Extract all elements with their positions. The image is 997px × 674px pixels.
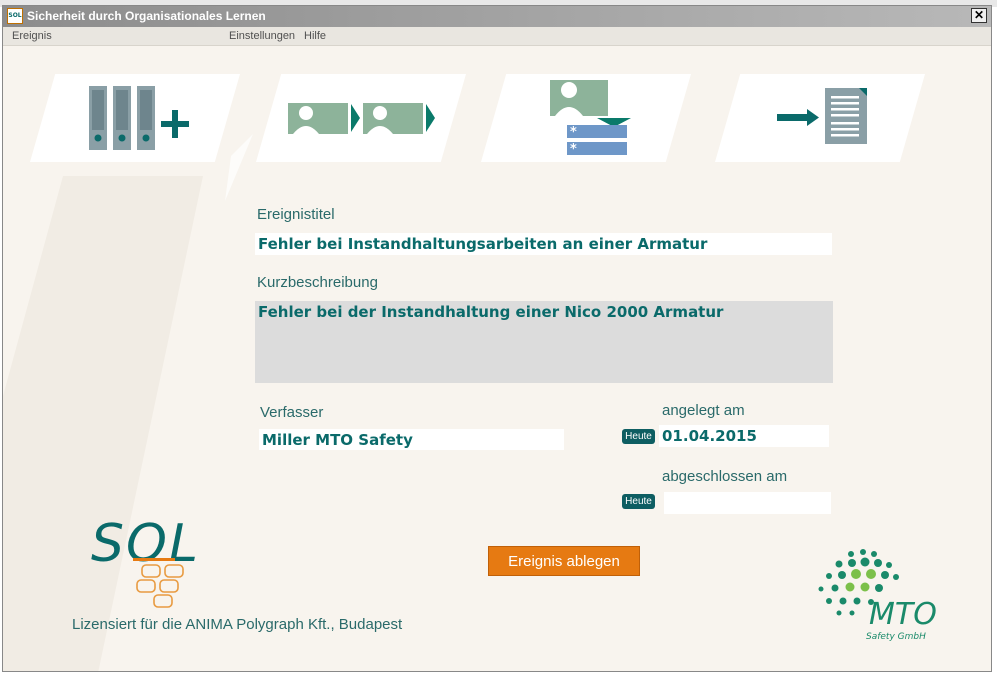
author-label: Verfasser [260,404,324,421]
step-record-event[interactable] [30,74,240,162]
mto-logo: MTO Safety GmbH [818,549,937,642]
person-list-icon: * * [550,80,631,157]
mto-logo-text: MTO [869,597,937,632]
svg-text:*: * [570,142,577,157]
svg-text:*: * [570,125,577,140]
submit-event-button[interactable]: Ereignis ablegen [488,546,640,576]
author-field[interactable]: Miller MTO Safety [259,429,564,450]
today-button-created[interactable]: Heute [622,429,655,444]
mto-logo-subtext: Safety GmbH [866,632,926,642]
title-label: Ereignistitel [257,206,335,223]
binders-add-icon [89,86,189,150]
workflow-steps: * * [3,46,991,186]
step-report[interactable] [715,74,925,162]
step-analysis[interactable]: * * [481,74,691,162]
created-date-field[interactable]: 01.04.2015 [659,425,829,447]
title-field[interactable]: Fehler bei Instandhaltungsarbeiten an ei… [255,233,832,255]
persons-arrow-icon [288,103,435,134]
description-field[interactable]: Fehler bei der Instandhaltung einer Nico… [255,301,833,383]
created-label: angelegt am [662,402,745,419]
today-button-closed[interactable]: Heute [622,494,655,509]
closed-date-field[interactable] [664,492,831,514]
main-window: SOL Sicherheit durch Organisationales Le… [2,5,992,672]
sol-logo: SOL [91,514,198,608]
license-text: Lizensiert für die ANIMA Polygraph Kft.,… [72,616,403,633]
closed-label: abgeschlossen am [662,468,788,485]
step-assign-persons[interactable] [256,74,466,162]
description-label: Kurzbeschreibung [257,274,378,291]
arrow-document-icon [777,88,867,144]
